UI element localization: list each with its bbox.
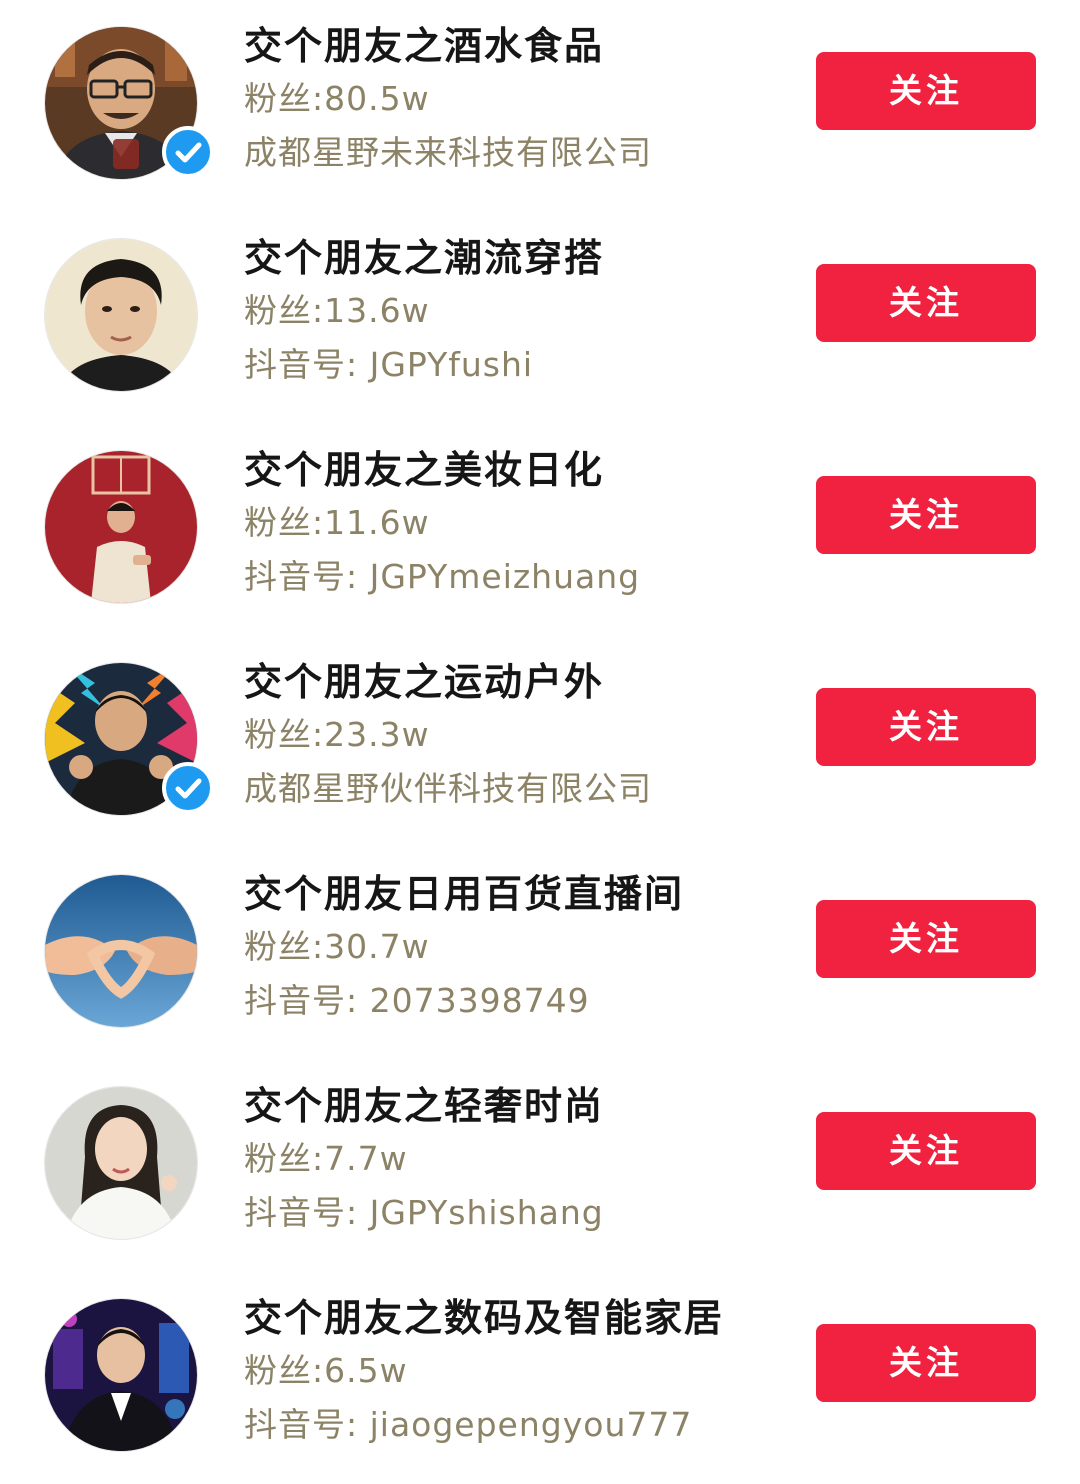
- fans-count: 粉丝:23.3w: [244, 715, 430, 754]
- avatar[interactable]: [44, 238, 198, 392]
- account-info: 交个朋友之美妆日化 粉丝:11.6w 抖音号: JGPYmeizhuang: [244, 444, 784, 604]
- fans-count: 粉丝:80.5w: [244, 79, 430, 118]
- fans-count: 粉丝:13.6w: [244, 291, 430, 330]
- verified-badge-icon: [162, 126, 214, 178]
- avatar[interactable]: [44, 874, 198, 1028]
- account-row[interactable]: 交个朋友之美妆日化 粉丝:11.6w 抖音号: JGPYmeizhuang 关注: [0, 424, 1080, 636]
- young-man-portrait-avatar: [44, 238, 198, 392]
- fans-count: 粉丝:30.7w: [244, 927, 430, 966]
- fans-count: 粉丝:7.7w: [244, 1139, 408, 1178]
- account-list: 交个朋友之酒水食品 粉丝:80.5w 成都星野未来科技有限公司 关注 交个朋友之…: [0, 0, 1080, 1474]
- follow-button[interactable]: 关注: [816, 688, 1036, 766]
- follow-button[interactable]: 关注: [816, 900, 1036, 978]
- account-info: 交个朋友之酒水食品 粉丝:80.5w 成都星野未来科技有限公司: [244, 20, 784, 180]
- avatar[interactable]: [44, 662, 214, 816]
- follow-button[interactable]: 关注: [816, 1112, 1036, 1190]
- account-info: 交个朋友日用百货直播间 粉丝:30.7w 抖音号: 2073398749: [244, 868, 784, 1028]
- man-on-red-background-avatar: [44, 450, 198, 604]
- account-name[interactable]: 交个朋友之数码及智能家居: [244, 1292, 784, 1344]
- follow-button[interactable]: 关注: [816, 476, 1036, 554]
- account-subtitle: 抖音号: jiaogepengyou777: [244, 1405, 693, 1444]
- account-subtitle: 抖音号: 2073398749: [244, 981, 590, 1020]
- account-subtitle: 抖音号: JGPYshishang: [244, 1193, 604, 1232]
- avatar[interactable]: [44, 450, 198, 604]
- woman-portrait-avatar: [44, 1086, 198, 1240]
- account-info: 交个朋友之运动户外 粉丝:23.3w 成都星野伙伴科技有限公司: [244, 656, 784, 816]
- man-in-suit-stage-avatar: [44, 1298, 198, 1452]
- avatar[interactable]: [44, 1298, 198, 1452]
- heart-hands-avatar: [44, 874, 198, 1028]
- account-row[interactable]: 交个朋友之酒水食品 粉丝:80.5w 成都星野未来科技有限公司 关注: [0, 0, 1080, 212]
- follow-button[interactable]: 关注: [816, 264, 1036, 342]
- account-name[interactable]: 交个朋友之轻奢时尚: [244, 1080, 784, 1132]
- fans-count: 粉丝:6.5w: [244, 1351, 408, 1390]
- avatar[interactable]: [44, 26, 214, 180]
- account-info: 交个朋友之数码及智能家居 粉丝:6.5w 抖音号: jiaogepengyou7…: [244, 1292, 784, 1452]
- account-info: 交个朋友之轻奢时尚 粉丝:7.7w 抖音号: JGPYshishang: [244, 1080, 784, 1240]
- verified-badge-icon: [162, 762, 214, 814]
- follow-button[interactable]: 关注: [816, 52, 1036, 130]
- account-name[interactable]: 交个朋友日用百货直播间: [244, 868, 784, 920]
- account-subtitle: 成都星野未来科技有限公司: [244, 133, 652, 172]
- account-row[interactable]: 交个朋友日用百货直播间 粉丝:30.7w 抖音号: 2073398749 关注: [0, 848, 1080, 1060]
- account-name[interactable]: 交个朋友之运动户外: [244, 656, 784, 708]
- account-row[interactable]: 交个朋友之运动户外 粉丝:23.3w 成都星野伙伴科技有限公司 关注: [0, 636, 1080, 848]
- follow-button[interactable]: 关注: [816, 1324, 1036, 1402]
- account-info: 交个朋友之潮流穿搭 粉丝:13.6w 抖音号: JGPYfushi: [244, 232, 784, 392]
- account-name[interactable]: 交个朋友之酒水食品: [244, 20, 784, 72]
- account-subtitle: 抖音号: JGPYmeizhuang: [244, 557, 641, 596]
- account-name[interactable]: 交个朋友之潮流穿搭: [244, 232, 784, 284]
- fans-count: 粉丝:11.6w: [244, 503, 430, 542]
- avatar[interactable]: [44, 1086, 198, 1240]
- account-row[interactable]: 交个朋友之潮流穿搭 粉丝:13.6w 抖音号: JGPYfushi 关注: [0, 212, 1080, 424]
- account-subtitle: 抖音号: JGPYfushi: [244, 345, 534, 384]
- account-row[interactable]: 交个朋友之轻奢时尚 粉丝:7.7w 抖音号: JGPYshishang 关注: [0, 1060, 1080, 1272]
- account-row[interactable]: 交个朋友之数码及智能家居 粉丝:6.5w 抖音号: jiaogepengyou7…: [0, 1272, 1080, 1484]
- account-name[interactable]: 交个朋友之美妆日化: [244, 444, 784, 496]
- account-subtitle: 成都星野伙伴科技有限公司: [244, 769, 652, 808]
